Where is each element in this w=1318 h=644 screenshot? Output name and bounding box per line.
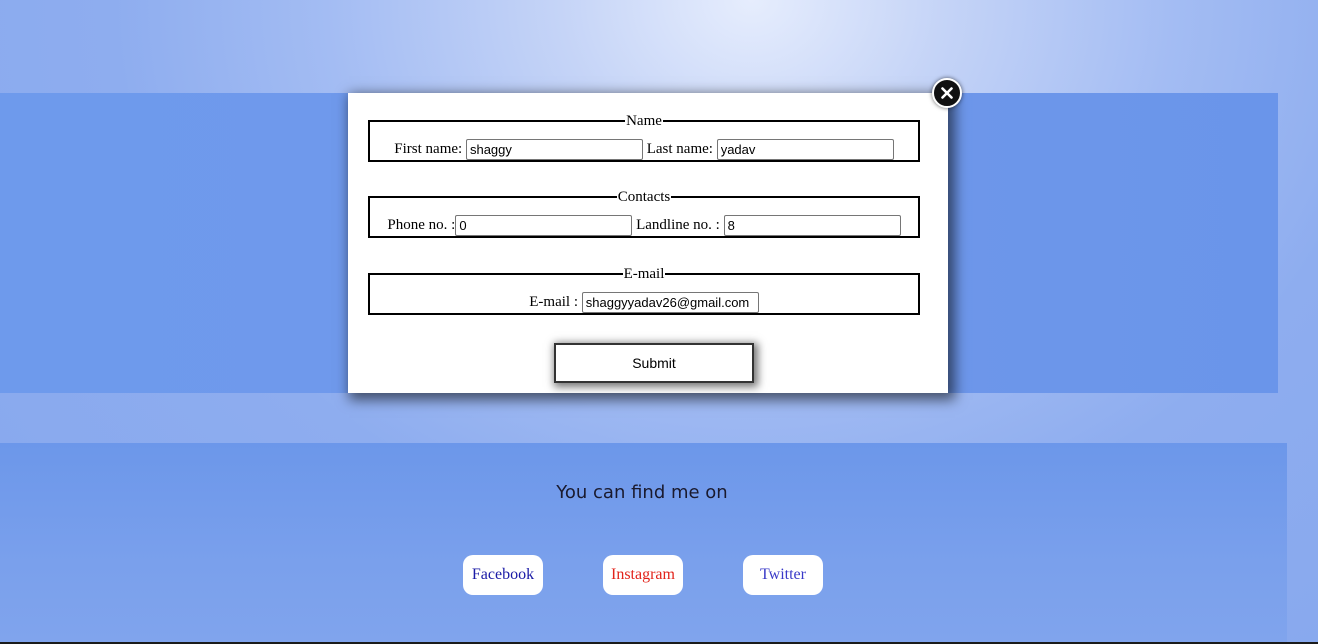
email-fieldset: E-mail E-mail : [368, 267, 920, 315]
contacts-fieldset: Contacts Phone no. : Landline no. : [368, 190, 920, 238]
instagram-link[interactable]: Instagram [603, 555, 683, 595]
contacts-legend: Contacts [617, 189, 671, 205]
footer-band [0, 443, 1287, 644]
first-name-input[interactable] [465, 139, 643, 160]
close-button[interactable] [932, 78, 962, 108]
contact-form-modal: Name First name: Last name: Contacts Pho… [348, 93, 948, 393]
email-label: E-mail : [529, 293, 578, 310]
footer-heading: You can find me on [556, 482, 728, 503]
last-name-label: Last name: [646, 140, 713, 157]
landline-input[interactable] [723, 215, 901, 236]
twitter-link[interactable]: Twitter [743, 555, 823, 595]
email-row: E-mail : [370, 292, 918, 313]
last-name-input[interactable] [716, 139, 894, 160]
landline-label: Landline no. : [636, 216, 720, 233]
close-icon [941, 87, 953, 99]
name-fieldset: Name First name: Last name: [368, 114, 920, 162]
name-legend: Name [626, 113, 662, 129]
name-row: First name: Last name: [370, 139, 918, 160]
email-input[interactable] [581, 292, 759, 313]
facebook-link[interactable]: Facebook [463, 555, 543, 595]
contacts-row: Phone no. : Landline no. : [370, 215, 918, 236]
submit-button[interactable]: Submit [554, 343, 754, 383]
first-name-label: First name: [394, 140, 463, 157]
phone-input[interactable] [455, 215, 633, 236]
email-legend: E-mail [623, 266, 665, 282]
phone-label: Phone no. : [387, 216, 456, 233]
